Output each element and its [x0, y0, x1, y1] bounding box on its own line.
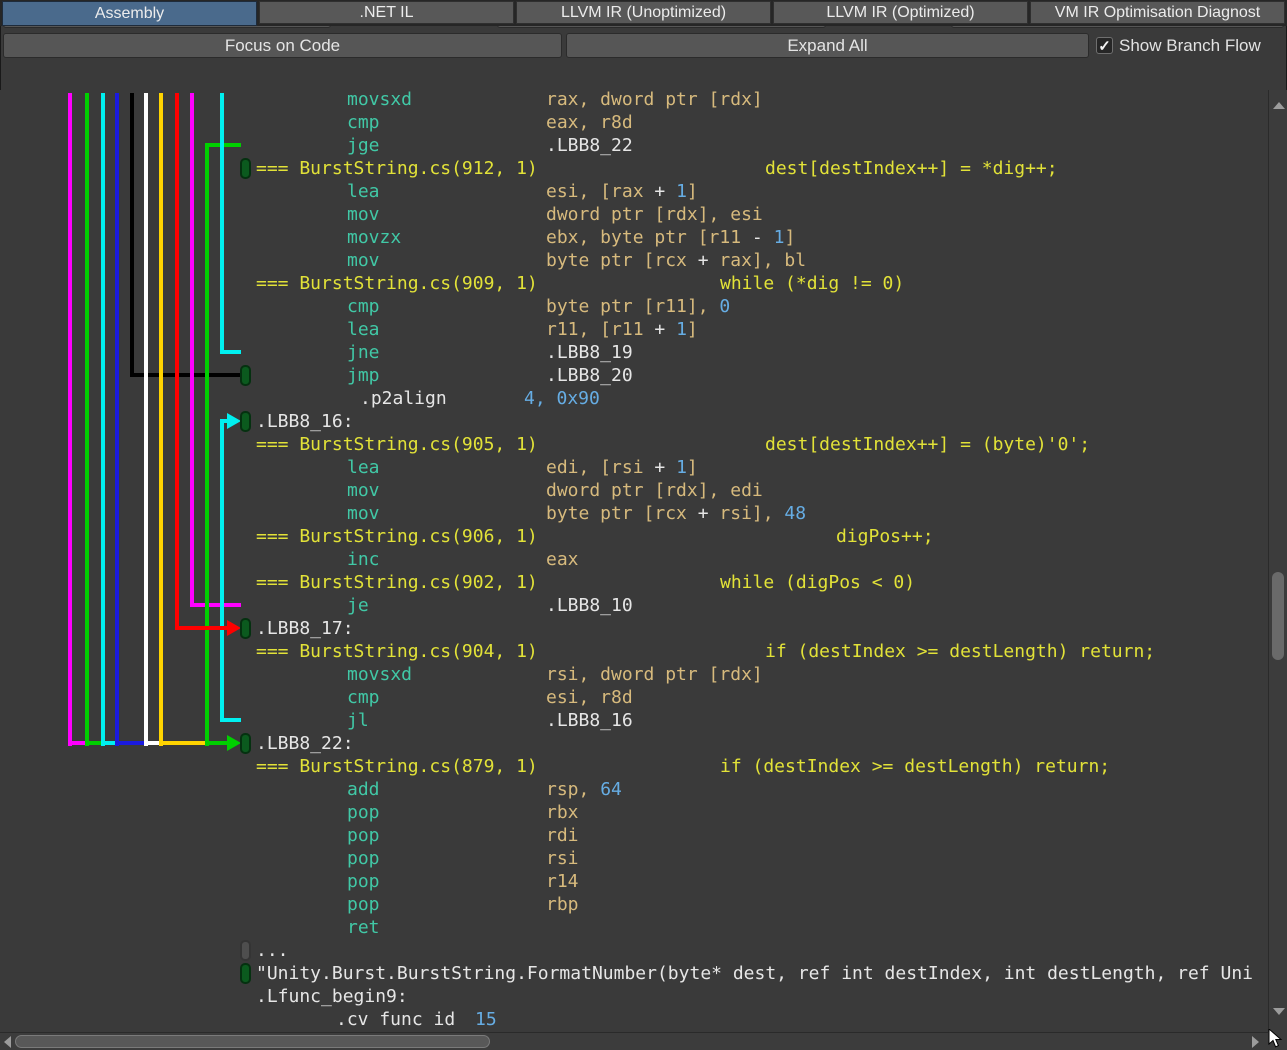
- asm-line[interactable]: leaedi, [rsi + 1]: [0, 456, 1268, 479]
- asm-line[interactable]: cmpesi, r8d: [0, 686, 1268, 709]
- asm-line[interactable]: === BurstString.cs(906, 1)digPos++;: [0, 525, 1268, 548]
- asm-line[interactable]: movdword ptr [rdx], esi: [0, 203, 1268, 226]
- expand-all-label: Expand All: [787, 36, 867, 56]
- asm-line[interactable]: === BurstString.cs(905, 1)dest[destIndex…: [0, 433, 1268, 456]
- asm-line[interactable]: === BurstString.cs(879, 1)if (destIndex …: [0, 755, 1268, 778]
- asm-line[interactable]: lear11, [r11 + 1]: [0, 318, 1268, 341]
- asm-line[interactable]: .LBB8_17:: [0, 617, 1268, 640]
- asm-line[interactable]: jl.LBB8_16: [0, 709, 1268, 732]
- asm-line[interactable]: "Unity.Burst.BurstString.FormatNumber(by…: [0, 962, 1268, 985]
- asm-line[interactable]: addrsp, 64: [0, 778, 1268, 801]
- asm-line[interactable]: inceax: [0, 548, 1268, 571]
- asm-line[interactable]: leaesi, [rax + 1]: [0, 180, 1268, 203]
- show-branch-flow-checkbox[interactable]: ✓: [1096, 37, 1113, 54]
- vertical-scrollbar[interactable]: [1268, 90, 1287, 1032]
- scroll-right-arrow-icon[interactable]: [1252, 1036, 1259, 1048]
- checkmark-icon: ✓: [1098, 37, 1111, 55]
- asm-line[interactable]: .Lfunc_begin9:: [0, 985, 1268, 1008]
- asm-line[interactable]: === BurstString.cs(909, 1)while (*dig !=…: [0, 272, 1268, 295]
- asm-line[interactable]: poprsi: [0, 847, 1268, 870]
- asm-line[interactable]: === BurstString.cs(902, 1)while (digPos …: [0, 571, 1268, 594]
- tab-net-il[interactable]: .NET IL: [259, 1, 514, 24]
- asm-line[interactable]: jge.LBB8_22: [0, 134, 1268, 157]
- scroll-left-arrow-icon[interactable]: [4, 1036, 11, 1048]
- asm-line[interactable]: je.LBB8_10: [0, 594, 1268, 617]
- asm-line[interactable]: movsxdrsi, dword ptr [rdx]: [0, 663, 1268, 686]
- expand-all-button[interactable]: Expand All: [566, 33, 1089, 58]
- asm-line[interactable]: popr14: [0, 870, 1268, 893]
- asm-line[interactable]: .LBB8_22:: [0, 732, 1268, 755]
- asm-line[interactable]: poprbx: [0, 801, 1268, 824]
- tab-label: LLVM IR (Optimized): [826, 4, 974, 22]
- burst-inspector-window: Coloured With Minimal Debug Info Safety …: [0, 0, 1287, 1050]
- tab-label: LLVM IR (Unoptimized): [561, 4, 726, 22]
- asm-line[interactable]: cmpeax, r8d: [0, 111, 1268, 134]
- tab-llvm-ir-unoptimized[interactable]: LLVM IR (Unoptimized): [516, 1, 771, 24]
- asm-line[interactable]: ret: [0, 916, 1268, 939]
- asm-line[interactable]: .p2align4, 0x90: [0, 387, 1268, 410]
- asm-line[interactable]: .cv func id 15: [0, 1008, 1268, 1031]
- view-tabbar: Assembly .NET IL LLVM IR (Unoptimized) L…: [0, 0, 1287, 26]
- vertical-scrollbar-thumb[interactable]: [1272, 572, 1284, 660]
- tab-llvm-ir-optimized[interactable]: LLVM IR (Optimized): [773, 1, 1028, 24]
- horizontal-scrollbar-thumb[interactable]: [15, 1035, 490, 1048]
- tab-label: .NET IL: [360, 4, 414, 22]
- asm-line[interactable]: movdword ptr [rdx], edi: [0, 479, 1268, 502]
- assembly-code-view[interactable]: movsxdrax, dword ptr [rdx]cmpeax, r8djge…: [0, 90, 1268, 1032]
- scroll-up-arrow-icon[interactable]: [1273, 102, 1285, 109]
- mouse-cursor-icon: [1268, 1029, 1286, 1050]
- tab-assembly[interactable]: Assembly: [2, 1, 257, 26]
- tab-label: VM IR Optimisation Diagnost: [1055, 4, 1260, 22]
- horizontal-scrollbar[interactable]: [0, 1032, 1268, 1050]
- asm-line[interactable]: movzxebx, byte ptr [r11 - 1]: [0, 226, 1268, 249]
- asm-line[interactable]: poprdi: [0, 824, 1268, 847]
- focus-on-code-button[interactable]: Focus on Code: [3, 33, 562, 58]
- asm-line[interactable]: movbyte ptr [rcx + rsi], 48: [0, 502, 1268, 525]
- show-branch-flow-label: Show Branch Flow: [1119, 33, 1261, 58]
- asm-line[interactable]: === BurstString.cs(912, 1)dest[destIndex…: [0, 157, 1268, 180]
- focus-on-code-label: Focus on Code: [225, 36, 340, 56]
- scroll-down-arrow-icon[interactable]: [1273, 1008, 1285, 1015]
- asm-line[interactable]: ...: [0, 939, 1268, 962]
- asm-line[interactable]: poprbp: [0, 893, 1268, 916]
- asm-line[interactable]: .LBB8_16:: [0, 410, 1268, 433]
- asm-line[interactable]: movsxdrax, dword ptr [rdx]: [0, 90, 1268, 111]
- tab-label: Assembly: [95, 5, 164, 23]
- asm-line[interactable]: movbyte ptr [rcx + rax], bl: [0, 249, 1268, 272]
- asm-line[interactable]: jne.LBB8_19: [0, 341, 1268, 364]
- tab-llvm-ir-optimisation-diagnostics[interactable]: VM IR Optimisation Diagnost: [1030, 1, 1285, 24]
- asm-line[interactable]: jmp.LBB8_20: [0, 364, 1268, 387]
- asm-line[interactable]: === BurstString.cs(904, 1)if (destIndex …: [0, 640, 1268, 663]
- asm-line[interactable]: cmpbyte ptr [r11], 0: [0, 295, 1268, 318]
